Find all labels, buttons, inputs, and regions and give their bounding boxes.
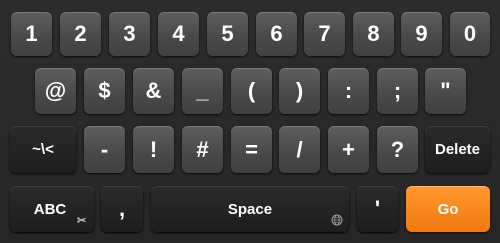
key-hash[interactable]: # [182,126,223,173]
key-4[interactable]: 4 [158,12,199,56]
key-colon[interactable]: : [328,68,369,114]
key-label: 0 [463,21,477,46]
key-label: " [440,78,451,103]
key-label: ; [393,78,402,103]
key-label: ABC [33,200,67,218]
symbols-toggle-key[interactable]: ~\< [10,126,76,173]
key-label: + [342,136,355,162]
key-label: 4 [172,21,185,46]
key-minus[interactable]: - [84,126,125,173]
key-label: # [196,136,209,162]
key-label: 5 [221,21,234,46]
key-label: 1 [25,21,38,46]
key-label: / [296,136,303,162]
key-label: - [100,136,109,162]
key-label: $ [98,78,111,103]
key-label: ' [374,196,381,221]
key-8[interactable]: 8 [353,12,394,56]
key-close-paren[interactable]: ) [279,68,320,114]
key-exclamation[interactable]: ! [133,126,174,173]
key-7[interactable]: 7 [304,12,345,56]
key-label: _ [196,78,209,103]
globe-icon [331,214,343,226]
key-slash[interactable]: / [279,126,320,173]
key-6[interactable]: 6 [256,12,297,56]
key-apostrophe[interactable]: ' [357,186,398,232]
key-0[interactable]: 0 [450,12,490,56]
key-question[interactable]: ? [377,126,418,173]
key-dollar[interactable]: $ [84,68,125,114]
key-semicolon[interactable]: ; [377,68,418,114]
scissors-icon: ✂ [77,215,87,227]
key-label: ! [149,136,158,162]
keyboard: 1 2 3 4 5 6 7 8 9 0 @ $ & _ ( ) : ; " ~\… [0,0,500,243]
key-label: : [344,78,353,103]
key-2[interactable]: 2 [60,12,101,56]
key-label: = [245,136,258,162]
go-button[interactable]: Go [406,186,490,232]
key-label: @ [44,78,67,103]
key-label: ( [247,78,256,103]
key-label: 3 [123,21,136,46]
key-underscore[interactable]: _ [182,68,223,114]
key-label: ) [295,78,304,103]
key-label: 6 [270,21,283,46]
key-label: ~\< [32,141,54,158]
key-ampersand[interactable]: & [133,68,174,114]
key-9[interactable]: 9 [401,12,442,56]
key-label: ? [390,136,405,162]
key-3[interactable]: 3 [109,12,150,56]
key-label: & [145,78,162,103]
key-label: 7 [318,21,331,46]
key-label: 2 [74,21,87,46]
key-label: Go [437,200,459,218]
key-1[interactable]: 1 [11,12,52,56]
key-label: 9 [415,21,428,46]
key-comma[interactable]: , [101,186,143,232]
key-at[interactable]: @ [35,68,76,114]
space-key[interactable]: Space [151,186,349,232]
delete-key[interactable]: Delete [425,126,490,173]
key-plus[interactable]: + [328,126,369,173]
abc-key[interactable]: ABC ✂ [10,186,94,232]
key-label: Delete [434,141,481,158]
key-label: Space [227,200,273,218]
key-double-quote[interactable]: " [425,68,466,114]
key-label: , [118,196,126,221]
key-label: 8 [367,21,380,46]
key-open-paren[interactable]: ( [231,68,272,114]
key-equals[interactable]: = [231,126,272,173]
key-5[interactable]: 5 [207,12,248,56]
